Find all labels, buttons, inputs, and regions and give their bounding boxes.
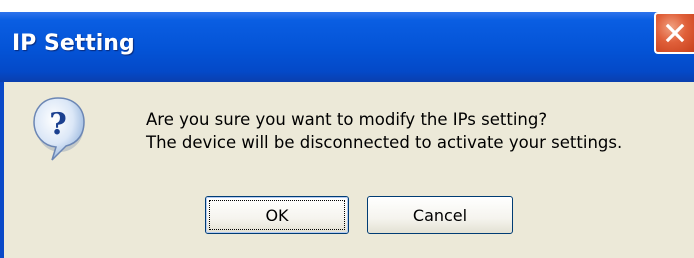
window-border xyxy=(0,82,4,258)
dialog-title: IP Setting xyxy=(12,31,135,56)
message-line-1: Are you sure you want to modify the IPs … xyxy=(146,110,548,129)
ok-button-label: OK xyxy=(265,205,289,225)
ok-button[interactable]: OK xyxy=(205,196,349,234)
cancel-button[interactable]: Cancel xyxy=(367,196,513,234)
title-bar[interactable]: IP Setting xyxy=(0,12,694,82)
close-button[interactable] xyxy=(654,12,694,54)
message-line-2: The device will be disconnected to activ… xyxy=(146,133,623,152)
question-icon: ? xyxy=(33,97,85,161)
ip-setting-dialog: IP Setting ? Are you sure you want to mo… xyxy=(0,0,694,258)
close-icon xyxy=(665,23,685,43)
cancel-button-label: Cancel xyxy=(412,205,468,225)
svg-text:?: ? xyxy=(49,107,67,142)
